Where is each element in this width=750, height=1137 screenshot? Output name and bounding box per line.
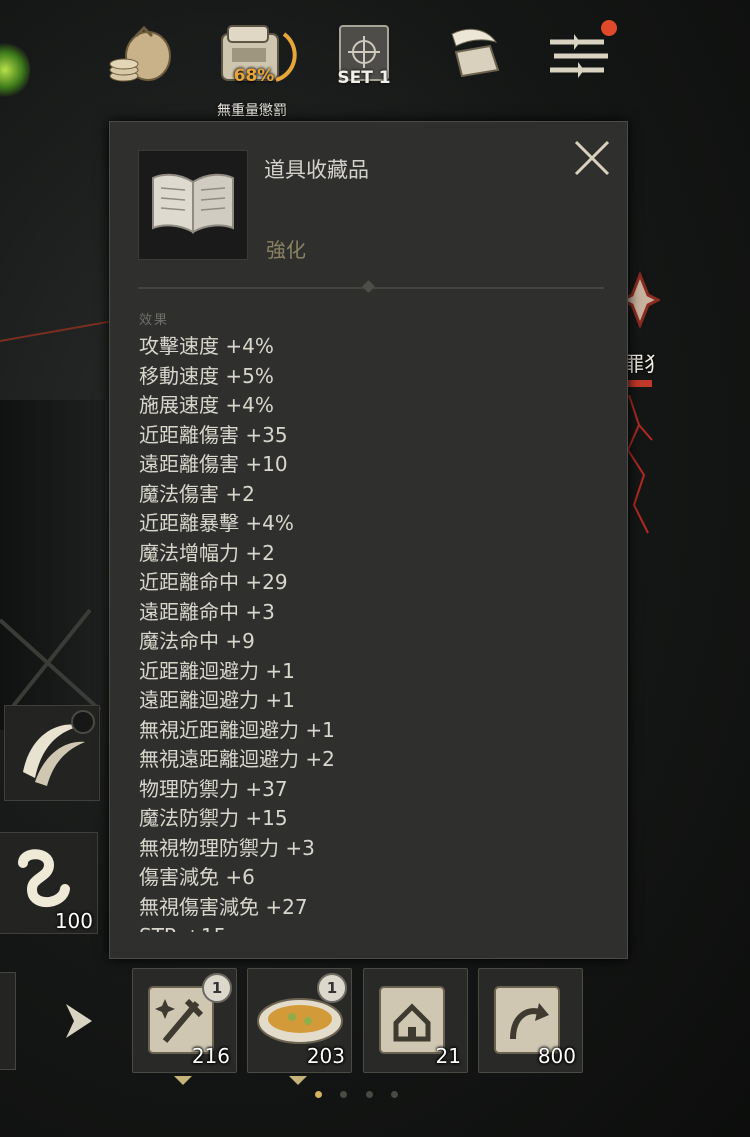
effects-section-label: 效果 bbox=[139, 313, 170, 328]
stat-line: 魔法增幅力 +2 bbox=[139, 540, 275, 565]
notification-dot bbox=[601, 20, 617, 36]
stat-line: 魔法傷害 +2 bbox=[139, 481, 255, 506]
slot-badge: 1 bbox=[202, 973, 232, 1003]
item-subtitle: 強化 bbox=[266, 238, 306, 262]
red-chain-line bbox=[0, 319, 119, 342]
coin-bag-icon[interactable] bbox=[104, 24, 178, 94]
slot-count: 216 bbox=[191, 1044, 230, 1068]
stat-line: 近距離命中 +29 bbox=[139, 570, 288, 594]
slot-count: 800 bbox=[537, 1044, 576, 1068]
pentagram-lines bbox=[0, 600, 110, 720]
scroll-count: 100 bbox=[54, 909, 93, 933]
weight-status-label: 無重量懲罰 bbox=[217, 103, 287, 119]
close-icon bbox=[570, 140, 614, 184]
stat-line: 遠距離傷害 +10 bbox=[139, 452, 288, 476]
page-dot[interactable] bbox=[366, 1091, 373, 1098]
equipment-set-label: SET 1 bbox=[337, 68, 391, 88]
stat-line: 移動速度 +5% bbox=[139, 363, 274, 388]
slot-count: 21 bbox=[435, 1044, 461, 1068]
rolled-scroll-icon bbox=[9, 843, 79, 917]
item-icon-frame bbox=[138, 150, 248, 260]
enemy-hp-bar bbox=[626, 380, 652, 387]
stat-line: 攻擊速度 +4% bbox=[139, 334, 274, 358]
scroll-slot[interactable]: 100 bbox=[0, 832, 98, 934]
stat-line: 遠距離迴避力 +1 bbox=[139, 688, 295, 712]
stat-line: 近距離暴擊 +4% bbox=[139, 511, 294, 535]
stat-line: 無視近距離迴避力 +1 bbox=[139, 717, 335, 742]
stat-line: 無視傷害減免 +27 bbox=[139, 894, 308, 919]
top-bar: 68% SET 1 無重量懲罰 bbox=[0, 0, 750, 125]
active-slot-pointer bbox=[174, 1076, 192, 1085]
skill-slot[interactable] bbox=[4, 705, 100, 801]
stat-line: 魔法命中 +9 bbox=[139, 629, 255, 653]
page-dot[interactable] bbox=[340, 1091, 347, 1098]
hotbar-slot-4[interactable]: 800 bbox=[478, 968, 583, 1073]
stat-line: 遠距離命中 +3 bbox=[139, 599, 275, 624]
hotbar-slot-1[interactable]: 1 216 bbox=[132, 968, 237, 1073]
weight-percent: 68% bbox=[233, 66, 275, 86]
stat-line: 無視遠距離迴避力 +2 bbox=[139, 747, 335, 771]
stat-line: 無視物理防禦力 +3 bbox=[139, 835, 315, 860]
stat-line: 魔法防禦力 +15 bbox=[139, 806, 288, 830]
stats-list[interactable]: 攻擊速度 +4% 移動速度 +5% 施展速度 +4% 近距離傷害 +35 遠距離… bbox=[139, 332, 609, 932]
enemy-name-fragment: 罪犭 bbox=[624, 352, 664, 376]
active-slot-pointer bbox=[289, 1076, 307, 1085]
hotbar-slot-3[interactable]: 21 bbox=[363, 968, 468, 1073]
page-dot[interactable] bbox=[391, 1091, 398, 1098]
hotbar-slot-2[interactable]: 1 203 bbox=[247, 968, 352, 1073]
stat-line: STR +15 bbox=[139, 922, 609, 932]
slot-badge: 1 bbox=[317, 973, 347, 1003]
stat-line: 傷害減免 +6 bbox=[139, 865, 255, 889]
stat-line: 施展速度 +4% bbox=[139, 393, 274, 417]
stat-line: 近距離傷害 +35 bbox=[139, 422, 288, 447]
red-cracks bbox=[624, 394, 654, 535]
open-book-icon bbox=[147, 166, 239, 244]
cooldown-dot bbox=[71, 710, 95, 734]
stat-line: 物理防禦力 +37 bbox=[139, 776, 288, 801]
bottom-left-slot-edge bbox=[0, 972, 16, 1070]
close-button[interactable] bbox=[570, 136, 614, 180]
item-tooltip-panel: 道具收藏品 強化 效果 攻擊速度 +4% 移動速度 +5% 施展速度 +4% 近… bbox=[109, 121, 628, 959]
divider-ornament bbox=[362, 280, 375, 293]
quill-scroll-icon[interactable] bbox=[446, 22, 508, 84]
forward-arrow-icon bbox=[62, 1000, 96, 1042]
page-dot-active[interactable] bbox=[315, 1091, 322, 1098]
stat-line: 近距離迴避力 +1 bbox=[139, 658, 295, 683]
slot-count: 203 bbox=[306, 1044, 345, 1068]
item-name: 道具收藏品 bbox=[264, 158, 369, 182]
